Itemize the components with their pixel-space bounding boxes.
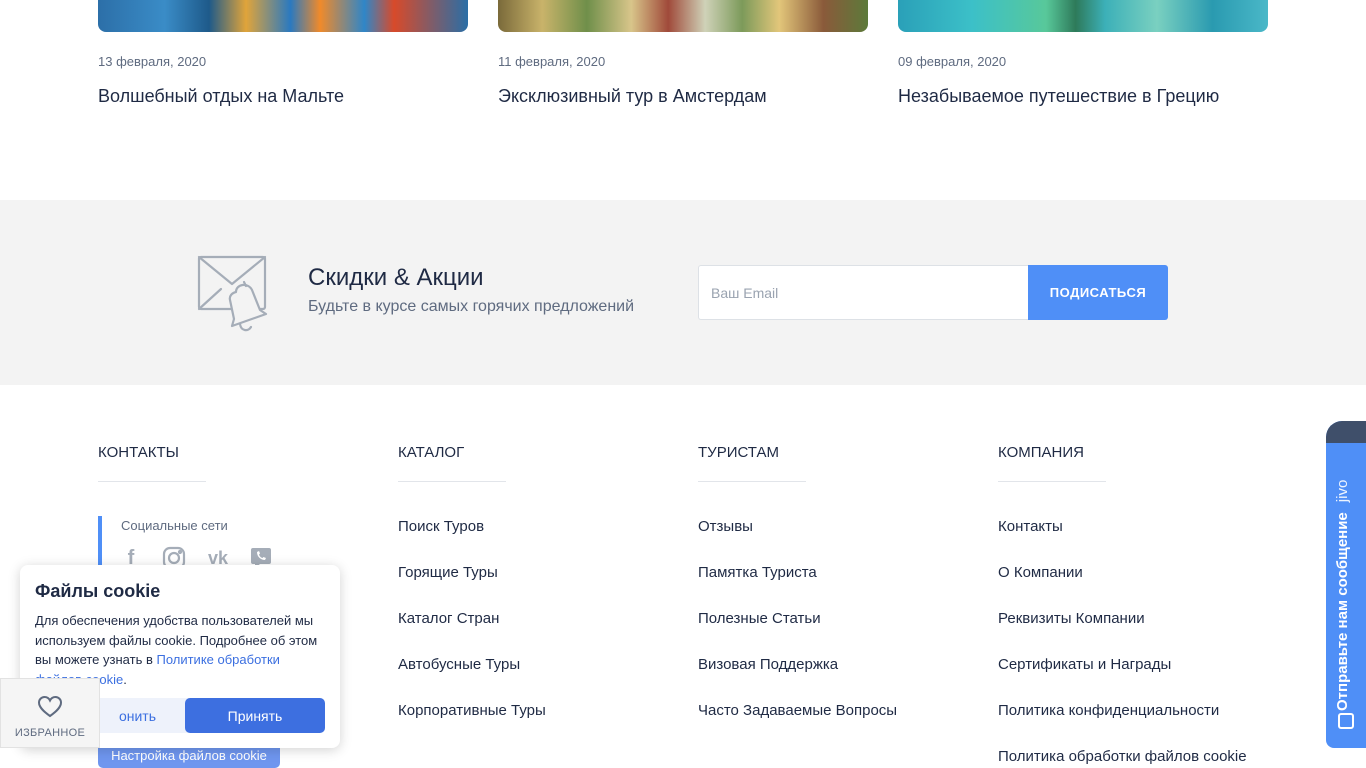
- divider: [98, 481, 206, 482]
- blog-card-date: 13 февраля, 2020: [98, 54, 207, 69]
- blog-card[interactable]: 11 февраля, 2020 Эксклюзивный тур в Амст…: [498, 0, 868, 106]
- footer-link-visa-support[interactable]: Визовая Поддержка: [698, 656, 838, 673]
- footer-link-certificates[interactable]: Сертификаты и Награды: [998, 656, 1171, 673]
- footer-link-useful-articles[interactable]: Полезные Статьи: [698, 610, 821, 627]
- cookie-title: Файлы cookie: [35, 581, 161, 601]
- footer-link-faq[interactable]: Часто Задаваемые Вопросы: [698, 702, 897, 719]
- blog-card-title[interactable]: Волшебный отдых на Мальте: [98, 86, 344, 107]
- divider: [698, 481, 806, 482]
- footer-link-privacy-policy[interactable]: Политика конфиденциальности: [998, 702, 1219, 719]
- subscribe-button[interactable]: ПОДИСАТЬСЯ: [1028, 265, 1168, 320]
- blog-card[interactable]: 09 февраля, 2020 Незабываемое путешестви…: [898, 0, 1268, 106]
- blog-card-image[interactable]: [498, 0, 868, 32]
- blog-cards: 13 февраля, 2020 Волшебный отдых на Маль…: [0, 0, 1366, 200]
- cookie-text-end: .: [123, 671, 127, 687]
- chat-widget-text: Отправьте нам сообщение: [1334, 512, 1351, 711]
- footer-link-requisites[interactable]: Реквизиты Компании: [998, 610, 1145, 627]
- jivo-logo: jivo: [1334, 479, 1351, 503]
- chat-widget-tab[interactable]: Отправьте нам сообщение jivo: [1326, 421, 1366, 748]
- divider: [398, 481, 506, 482]
- divider: [998, 481, 1106, 482]
- blog-card-title[interactable]: Незабываемое путешествие в Грецию: [898, 86, 1219, 107]
- footer-link-reviews[interactable]: Отзывы: [698, 518, 753, 535]
- email-input[interactable]: [698, 265, 1029, 320]
- footer-link-cookie-policy[interactable]: Политика обработки файлов cookie: [998, 748, 1247, 765]
- chat-widget-cap: [1326, 421, 1366, 443]
- footer-link-country-catalog[interactable]: Каталог Стран: [398, 610, 499, 627]
- footer-link-contacts[interactable]: Контакты: [998, 518, 1063, 535]
- cookie-accept-button[interactable]: Принять: [185, 698, 325, 733]
- footer-heading-contacts: КОНТАКТЫ: [98, 444, 179, 461]
- blog-card-date: 09 февраля, 2020: [898, 54, 1007, 69]
- chat-icon: [1338, 713, 1354, 729]
- footer-link-about[interactable]: О Компании: [998, 564, 1083, 581]
- blog-card-title[interactable]: Эксклюзивный тур в Амстердам: [498, 86, 767, 107]
- footer-link-hot-tours[interactable]: Горящие Туры: [398, 564, 498, 581]
- blog-card[interactable]: 13 февраля, 2020 Волшебный отдых на Маль…: [98, 0, 468, 106]
- footer-heading-catalog: КАТАЛОГ: [398, 444, 465, 461]
- blog-card-image[interactable]: [898, 0, 1268, 32]
- subscribe-subtitle: Будьте в курсе самых горячих предложений: [308, 298, 635, 315]
- footer-link-tourist-memo[interactable]: Памятка Туриста: [698, 564, 817, 581]
- footer-link-corporate-tours[interactable]: Корпоративные Туры: [398, 702, 546, 719]
- mail-bell-icon: [197, 255, 268, 332]
- blog-card-date: 11 февраля, 2020: [498, 54, 606, 69]
- chat-widget-label: Отправьте нам сообщение jivo: [1334, 480, 1351, 711]
- footer-link-tour-search[interactable]: Поиск Туров: [398, 518, 484, 535]
- favorites-label: ИЗБРАННОЕ: [14, 727, 86, 739]
- heart-icon: [37, 695, 63, 718]
- footer-heading-company: КОМПАНИЯ: [998, 444, 1084, 461]
- subscribe-title: Скидки & Акции: [308, 264, 484, 291]
- footer-link-bus-tours[interactable]: Автобусные Туры: [398, 656, 520, 673]
- footer-heading-tourists: ТУРИСТАМ: [698, 444, 779, 461]
- favorites-button[interactable]: ИЗБРАННОЕ: [0, 678, 100, 748]
- social-label: Социальные сети: [121, 518, 228, 533]
- blog-card-image[interactable]: [98, 0, 468, 32]
